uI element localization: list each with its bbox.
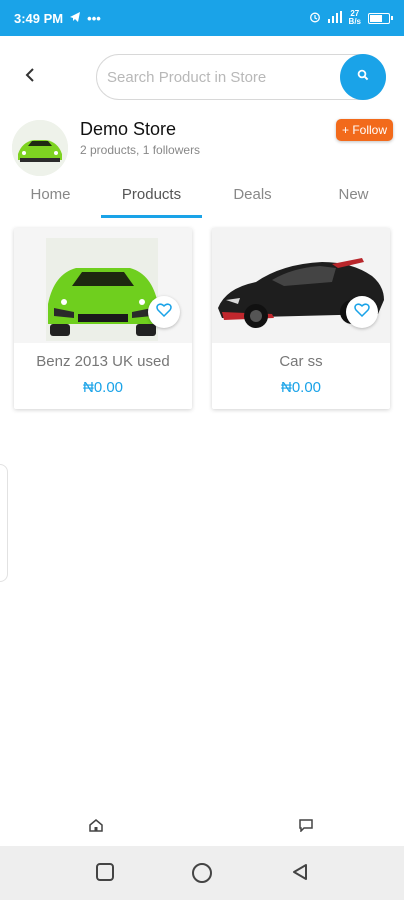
nav-home-button[interactable]	[88, 818, 104, 837]
tab-products[interactable]: Products	[101, 180, 202, 220]
more-notifications-icon: •••	[87, 10, 101, 26]
store-info: Demo Store 2 products, 1 followers + Fol…	[0, 118, 404, 178]
system-navigation-bar	[0, 846, 404, 900]
search-button[interactable]	[340, 54, 386, 100]
tab-home[interactable]: Home	[0, 180, 101, 220]
back-system-button[interactable]	[290, 862, 310, 887]
home-icon	[88, 819, 104, 836]
heart-icon	[354, 302, 370, 322]
status-time: 3:49 PM	[14, 10, 64, 26]
bottom-nav	[0, 806, 404, 846]
triangle-back-icon	[290, 864, 310, 886]
search-box	[96, 54, 386, 100]
follow-button[interactable]: + Follow	[336, 119, 394, 141]
product-image	[14, 228, 192, 343]
telegram-icon	[69, 11, 81, 26]
signal-icon	[327, 10, 342, 26]
tab-deals[interactable]: Deals	[202, 180, 303, 220]
alarm-icon	[309, 11, 321, 26]
heart-icon	[156, 302, 172, 322]
battery-icon	[368, 12, 393, 24]
square-icon	[95, 863, 115, 886]
store-meta: 2 products, 1 followers	[80, 143, 201, 157]
chevron-left-icon	[25, 66, 35, 87]
status-bar: 3:49 PM ••• 27 B/s	[0, 0, 404, 36]
product-image	[212, 228, 390, 343]
product-card[interactable]: Car ss ₦0.00	[212, 228, 390, 409]
store-tabs: Home Products Deals New	[0, 180, 404, 220]
header	[0, 52, 404, 100]
chat-icon	[298, 819, 314, 836]
product-card[interactable]: Benz 2013 UK used ₦0.00	[14, 228, 192, 409]
network-speed: 27 B/s	[348, 9, 361, 26]
product-price: ₦0.00	[82, 379, 124, 396]
search-input[interactable]	[107, 61, 335, 93]
back-button[interactable]	[18, 64, 42, 88]
circle-icon	[191, 863, 213, 888]
side-drawer-handle[interactable]	[0, 464, 8, 582]
home-system-button[interactable]	[191, 862, 213, 889]
product-price: ₦0.00	[280, 379, 322, 396]
search-icon	[357, 68, 369, 86]
recents-button[interactable]	[95, 862, 115, 887]
store-name: Demo Store	[80, 119, 177, 139]
product-title: Benz 2013 UK used	[36, 353, 170, 370]
store-avatar	[12, 120, 68, 176]
nav-chat-button[interactable]	[298, 818, 314, 837]
favorite-button[interactable]	[148, 296, 180, 328]
product-title: Car ss	[279, 353, 323, 370]
favorite-button[interactable]	[346, 296, 378, 328]
tab-new[interactable]: New	[303, 180, 404, 220]
